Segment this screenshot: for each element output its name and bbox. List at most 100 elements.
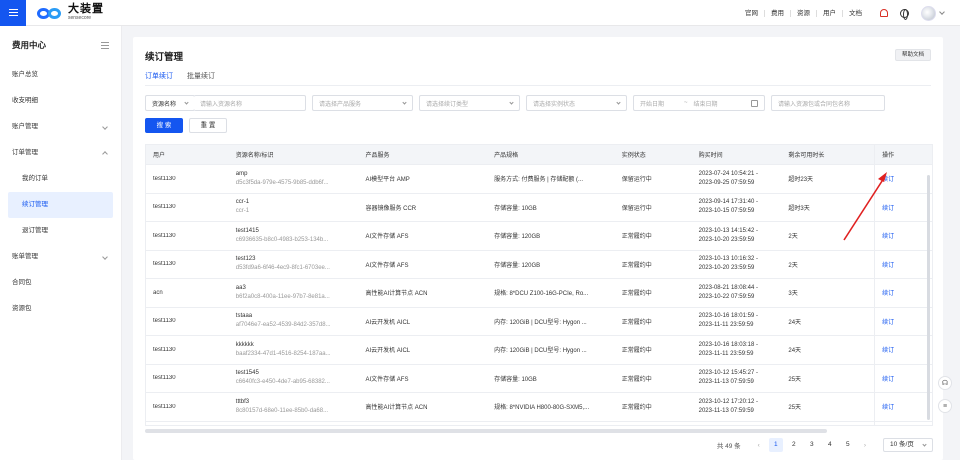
reset-button[interactable]: 重 置: [189, 118, 227, 133]
help-docs-button[interactable]: 帮助文档: [894, 49, 931, 61]
sidebar-item-account-overview[interactable]: 账户总览: [0, 62, 121, 88]
next-page-icon[interactable]: ›: [864, 442, 866, 449]
headset-icon[interactable]: ☊: [938, 376, 952, 390]
chevron-down-icon: [102, 124, 108, 130]
globe-icon[interactable]: [900, 8, 909, 20]
brand-logo[interactable]: 大装置 sensecore: [36, 4, 104, 21]
sidebar: 费用中心 账户总览 收支明细 账户管理 订单管理 我的订单 续订管理 退订管理 …: [0, 26, 122, 460]
cell-resource: test123 d53fd9a6-6f46-4ec9-8fc1-6703ee...: [229, 255, 359, 273]
sidebar-item-account-management[interactable]: 账户管理: [0, 114, 121, 140]
product-service-select[interactable]: 请选择产品服务: [312, 95, 413, 111]
resource-name-select[interactable]: 资源名称: [145, 95, 195, 111]
resource-name-input[interactable]: 请输入资源名称: [194, 95, 306, 111]
horizontal-scrollbar[interactable]: [145, 429, 827, 433]
start-date-field[interactable]: 开始日期: [640, 99, 664, 108]
renew-link[interactable]: 续订: [882, 288, 894, 297]
avatar[interactable]: [921, 5, 936, 21]
renew-link[interactable]: 续订: [882, 345, 894, 354]
page-size-select[interactable]: 10 条/页: [883, 438, 933, 452]
bell-icon[interactable]: [880, 9, 888, 17]
cell-product-spec: 存储容量: 120GB: [494, 262, 541, 269]
top-bar: 大装置 sensecore 官网 费用 资源 用户 文档: [0, 0, 960, 26]
purchase-end: 2023-11-13 07:59:59: [698, 407, 754, 414]
page-4[interactable]: 4: [823, 438, 837, 452]
renew-link[interactable]: 续订: [882, 374, 894, 383]
list-icon[interactable]: ≡: [938, 399, 952, 413]
chevron-down-icon: [402, 100, 407, 105]
sidebar-item-bill-management[interactable]: 账单管理: [0, 244, 121, 270]
collapse-menu-icon[interactable]: [101, 41, 109, 49]
cell-product-spec: 存储容量: 10GB: [494, 205, 537, 212]
resource-name: tttbf3: [235, 398, 250, 405]
table-row: test1130 test1415 c6936635-b8c0-4983-b253-…: [146, 222, 932, 251]
resource-name: aa3: [235, 284, 246, 291]
brand-name-en: sensecore: [68, 15, 92, 21]
purchase-end: 2023-10-20 23:59:59: [698, 236, 755, 243]
col-remaining-time: 剩余可用时长: [788, 153, 825, 159]
sidebar-item-unsubscribe-management[interactable]: 退订管理: [0, 218, 121, 244]
cell-purchase-time: 2023-10-12 15:45:27 - 2023-11-13 07:59:59: [692, 369, 782, 387]
filter-bar: 资源名称 请输入资源名称 请选择产品服务 请选择续订类型 请选择实例状态 开始日…: [145, 95, 891, 111]
chevron-down-icon: [184, 100, 189, 105]
page-1[interactable]: 1: [768, 438, 783, 452]
pagination: 共 49 条 ‹ 1 2 3 4 5 › 10 条/页: [717, 438, 933, 452]
tab-batch-renewal[interactable]: 批量续订: [187, 71, 215, 86]
page-2[interactable]: 2: [787, 438, 801, 452]
cell-operation: 续订: [874, 364, 932, 392]
nav-link-website[interactable]: 官网: [739, 10, 764, 17]
tab-divider: [145, 85, 931, 86]
cell-instance-status: 正常履约中: [621, 376, 652, 383]
annotation-arrow: [843, 172, 887, 241]
search-button[interactable]: 搜 索: [145, 118, 183, 133]
cell-purchase-time: 2023-10-16 18:03:18 - 2023-11-11 23:59:59: [692, 341, 782, 359]
cell-operation: 续订: [874, 393, 932, 421]
page-5[interactable]: 5: [841, 438, 855, 452]
page-3[interactable]: 3: [805, 438, 819, 452]
date-range-picker[interactable]: 开始日期 ~ 结束日期: [633, 95, 765, 111]
cell-product-spec: 存储容量: 10GB: [494, 376, 537, 383]
nav-link-docs[interactable]: 文档: [842, 9, 868, 17]
table-row: test1130 ccr-1 ccr-1 容器镜像服务 CCR 存储容量: 10GB 保留…: [146, 193, 932, 222]
sidebar-item-order-management[interactable]: 订单管理: [0, 140, 121, 166]
prev-page-icon[interactable]: ‹: [758, 442, 760, 449]
renew-type-select[interactable]: 请选择续订类型: [419, 95, 520, 111]
total-count: 共 49 条: [716, 443, 741, 450]
instance-status-select[interactable]: 请选择实例状态: [526, 95, 627, 111]
renew-link[interactable]: 续订: [882, 260, 894, 269]
chevron-down-icon[interactable]: [939, 8, 945, 15]
cell-resource: tstaaa af7046e7-ea52-4539-84d2-357d8...: [229, 312, 359, 330]
cell-product-service: AI云开发机 AICL: [365, 348, 411, 355]
resource-package-input[interactable]: 请输入资源包或合同包名称: [771, 95, 885, 111]
purchase-start: 2023-08-21 18:08:44 -: [698, 284, 758, 291]
col-user: 用户: [153, 153, 166, 159]
sidebar-item-transactions[interactable]: 收支明细: [0, 88, 121, 114]
cell-instance-status: 正常履约中: [621, 262, 652, 269]
sidebar-item-resource-package[interactable]: 资源包: [0, 296, 121, 322]
sidebar-item-contract-package[interactable]: 合同包: [0, 270, 121, 296]
col-purchase-time: 购买时间: [698, 153, 723, 159]
end-date-field[interactable]: 结束日期: [694, 99, 718, 108]
purchase-start: 2023-07-24 10:54:21 -: [698, 170, 758, 177]
tab-order-renewal[interactable]: 订单续订: [145, 71, 173, 86]
purchase-start: 2023-10-12 17:20:12 -: [698, 398, 758, 405]
nav-link-users[interactable]: 用户: [816, 9, 842, 17]
renew-link[interactable]: 续订: [882, 317, 894, 326]
table-row: acn aa3 b6f2a0c8-400a-11ee-97b7-8e81a... 高性…: [146, 279, 932, 308]
menu-button[interactable]: [0, 0, 26, 26]
cell-product-service: AI文件存储 AFS: [365, 376, 409, 383]
sidebar-item-my-orders[interactable]: 我的订单: [0, 166, 121, 192]
cell-user: test1130: [153, 204, 176, 211]
vertical-scrollbar[interactable]: [927, 175, 930, 420]
nav-link-billing[interactable]: 费用: [764, 9, 790, 17]
cell-purchase-time: 2023-10-13 10:16:32 - 2023-10-20 23:59:59: [692, 255, 782, 273]
cell-product-spec: 内存: 120GiB | DCU型号: Hygon ...: [494, 319, 587, 326]
cell-remaining-time: 25天: [788, 405, 802, 412]
cell-remaining-time: 2天: [788, 262, 798, 269]
renew-link[interactable]: 续订: [882, 402, 894, 411]
table-header: 用户 资源名称/标识 产品服务 产品规格 实例状态 购买时间 剩余可用时长 操作: [146, 145, 932, 165]
cell-product-spec: 规格: 8*NVIDIA H800-80G-SXM5,...: [494, 405, 590, 412]
sidebar-item-renewal-management[interactable]: 续订管理: [8, 192, 113, 218]
cell-product-service: AI文件存储 AFS: [365, 262, 409, 269]
nav-link-resources[interactable]: 资源: [790, 9, 816, 17]
purchase-start: 2023-10-16 18:03:18 -: [698, 341, 758, 348]
